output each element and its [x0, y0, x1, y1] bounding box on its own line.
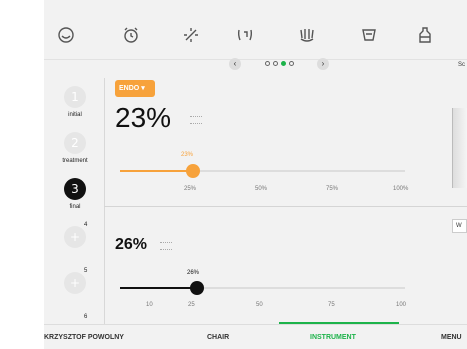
active-tab-indicator [279, 322, 399, 324]
slider1-tick: 50% [255, 186, 268, 192]
slider1-value-label: 23% [181, 152, 194, 158]
cup-tooth-icon[interactable] [358, 24, 380, 46]
tab-menu[interactable]: MENU [441, 334, 462, 341]
right-panel-label: Sc [458, 62, 466, 68]
pager-dot[interactable] [265, 61, 270, 66]
add-step-4-button[interactable]: + 4 [58, 222, 92, 248]
step-final[interactable]: 3 final [58, 178, 92, 210]
step-number: 2 [64, 132, 86, 154]
mode-label: ENDO [119, 85, 140, 92]
panel2-value: 26% [115, 236, 148, 253]
step-index: 6 [84, 314, 88, 320]
tab-instrument[interactable]: INSTRUMENT [310, 334, 356, 341]
step-list: 1 initial 2 treatment 3 final + 4 + 5 6 [58, 78, 92, 324]
pager-next-button[interactable]: › [317, 58, 329, 70]
step-label: final [69, 204, 81, 210]
column-divider [104, 78, 105, 324]
pager-prev-button[interactable]: ‹ [229, 58, 241, 70]
tab-chair[interactable]: CHAIR [207, 334, 229, 341]
sun-sparkle-icon[interactable] [180, 24, 202, 46]
step-number: 3 [64, 178, 86, 200]
slider1-handle[interactable] [186, 164, 200, 178]
step-label: treatment [62, 158, 88, 164]
tooth-smile-icon[interactable] [55, 24, 77, 46]
slider2-tick: 25 [188, 302, 195, 308]
plus-icon: + [64, 272, 86, 294]
plus-icon: + [64, 226, 86, 248]
panel-divider [104, 206, 467, 207]
mode-dropdown[interactable]: ENDO ▾ [115, 80, 155, 97]
instrument-image [452, 108, 467, 188]
pager: ‹ › [229, 58, 329, 70]
user-name[interactable]: KRZYSZTOF POWOLNY [44, 334, 124, 341]
add-step-5-button[interactable]: + 5 [58, 268, 92, 294]
right-panel-button[interactable]: W [452, 219, 467, 233]
grid-icon[interactable] [160, 242, 172, 250]
step-treatment[interactable]: 2 treatment [58, 132, 92, 164]
crown-tooth-icon[interactable] [296, 24, 318, 46]
slider1-fill [120, 170, 193, 172]
slider2-handle[interactable] [190, 281, 204, 295]
pager-dot[interactable] [289, 61, 294, 66]
slider2-tick: 50 [256, 302, 263, 308]
panel1-value: 23% [115, 102, 172, 133]
top-toolbar [44, 16, 467, 60]
step-index: 5 [84, 268, 88, 274]
step-number: 1 [64, 86, 86, 108]
slider2-value-label: 26% [187, 270, 200, 276]
step-index: 4 [84, 222, 88, 228]
slider2-tick: 100 [396, 302, 407, 308]
slider1-tick: 100% [393, 186, 409, 192]
step-initial[interactable]: 1 initial [58, 86, 92, 118]
chevron-down-icon: ▾ [141, 85, 145, 92]
bottle-icon[interactable] [414, 24, 436, 46]
pager-dot[interactable] [273, 61, 278, 66]
pager-dot-active[interactable] [281, 61, 286, 66]
slider2-fill [120, 287, 197, 289]
slider1-tick: 75% [326, 186, 339, 192]
slider2-tick: 75 [328, 302, 335, 308]
grid-icon[interactable] [190, 116, 202, 124]
slider2-tick: 10 [146, 302, 153, 308]
slider1-tick: 25% [184, 186, 197, 192]
bracket-tooth-icon[interactable] [234, 24, 256, 46]
step-label: initial [68, 112, 82, 118]
alarm-clock-icon[interactable] [120, 24, 142, 46]
